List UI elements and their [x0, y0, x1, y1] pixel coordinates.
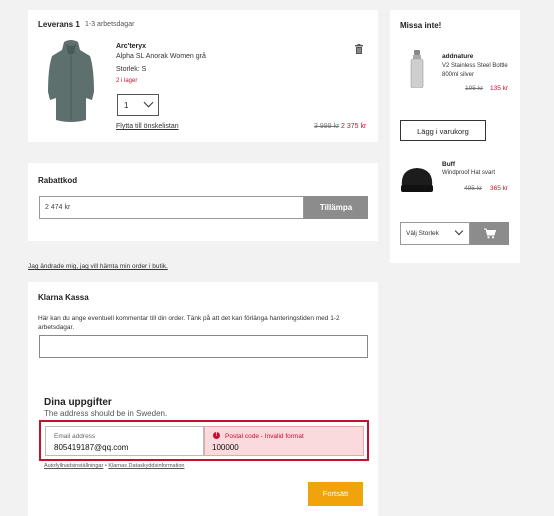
- postal-code-value: 100000: [212, 443, 239, 452]
- size-select[interactable]: Välj Storlek: [400, 222, 470, 245]
- footer-separator: •: [104, 463, 107, 469]
- product-brand[interactable]: Arc'teryx: [116, 43, 146, 50]
- discount-title: Rabattkod: [38, 176, 78, 185]
- postal-code-label: Postal code - Invalid format: [225, 433, 304, 440]
- product-stock: 2 i lager: [116, 78, 138, 84]
- item2-name[interactable]: Windproof Hat svart: [442, 170, 495, 176]
- postal-code-field[interactable]: ! Postal code - Invalid format 100000: [204, 426, 364, 456]
- apply-discount-label: Tillämpa: [319, 203, 353, 212]
- item1-brand[interactable]: addnature: [442, 53, 473, 60]
- quantity-value: 1: [124, 101, 129, 110]
- discount-input[interactable]: 2 474 kr: [39, 196, 304, 219]
- item1-old-price: 195 kr: [465, 85, 484, 92]
- continue-button[interactable]: Fortsätt: [308, 482, 363, 506]
- comment-input[interactable]: [39, 335, 368, 358]
- klarna-title: Klarna Kassa: [38, 293, 89, 302]
- chevron-down-icon: [143, 97, 154, 108]
- details-subtitle: The address should be in Sweden.: [44, 409, 168, 418]
- product-size: Storlek: S: [116, 66, 147, 73]
- details-title: Dina uppgifter: [44, 397, 112, 408]
- delivery-eta: 1-3 arbetsdagar: [85, 21, 135, 28]
- item1-price: 135 kr: [490, 85, 509, 92]
- error-icon: !: [213, 432, 220, 439]
- delivery-title: Leverans 1: [38, 20, 80, 29]
- delivery-card: Leverans 1 1-3 arbetsdagar Arc'teryx Alp…: [28, 10, 378, 142]
- klarna-footer-links: Autofyllnadsinställningar • Klarnas Data…: [44, 463, 184, 469]
- continue-label: Fortsätt: [322, 489, 349, 498]
- add-to-cart-button[interactable]: Lägg i varukorg: [400, 120, 486, 141]
- autofill-settings-link[interactable]: Autofyllnadsinställningar: [44, 463, 103, 469]
- sidebar-recommendations: Missa inte! addnature V2 Stainless Steel…: [390, 10, 520, 263]
- cart-button[interactable]: [470, 222, 509, 245]
- add-to-cart-label: Lägg i varukorg: [417, 127, 469, 136]
- sidebar-title: Missa inte!: [400, 21, 442, 30]
- bottle-image[interactable]: [410, 50, 424, 89]
- product-name[interactable]: Alpha SL Anorak Women grå: [116, 53, 206, 60]
- discount-input-value: 2 474 kr: [45, 204, 71, 211]
- trash-icon[interactable]: [355, 41, 363, 54]
- klarna-card: Klarna Kassa Här kan du ange eventuell k…: [28, 282, 378, 516]
- product-image[interactable]: [46, 38, 96, 126]
- klarna-privacy-link[interactable]: Klarnas Dataskyddsinformation: [108, 463, 184, 469]
- store-pickup-link[interactable]: Jag ändrade mig, jag vill hämta min orde…: [28, 263, 168, 270]
- apply-discount-button[interactable]: Tillämpa: [304, 196, 368, 219]
- email-value: 805419187@qq.com: [54, 443, 129, 452]
- quantity-select[interactable]: 1: [117, 94, 159, 116]
- item2-brand[interactable]: Buff: [442, 161, 455, 168]
- cart-icon: [484, 228, 496, 239]
- item2-price: 365 kr: [490, 185, 509, 192]
- size-select-value: Välj Storlek: [406, 230, 439, 237]
- product-old-price: 3 999 kr: [314, 123, 340, 130]
- email-label: Email address: [54, 433, 96, 440]
- move-to-wishlist-link[interactable]: Flytta till önskelistan: [116, 123, 179, 130]
- chevron-down-icon: [454, 226, 464, 236]
- item1-name[interactable]: V2 Stainless Steel Bottle 800ml silver: [442, 62, 512, 79]
- discount-card: Rabattkod 2 474 kr Tillämpa: [28, 163, 378, 241]
- product-price: 2 375 kr: [341, 123, 367, 130]
- email-field[interactable]: Email address 805419187@qq.com: [45, 426, 204, 456]
- comment-hint: Här kan du ange eventuell kommentar till…: [38, 315, 340, 331]
- address-fields-group: Email address 805419187@qq.com ! Postal …: [39, 420, 369, 461]
- item2-old-price: 495 kr: [464, 185, 483, 192]
- hat-image[interactable]: [398, 165, 436, 195]
